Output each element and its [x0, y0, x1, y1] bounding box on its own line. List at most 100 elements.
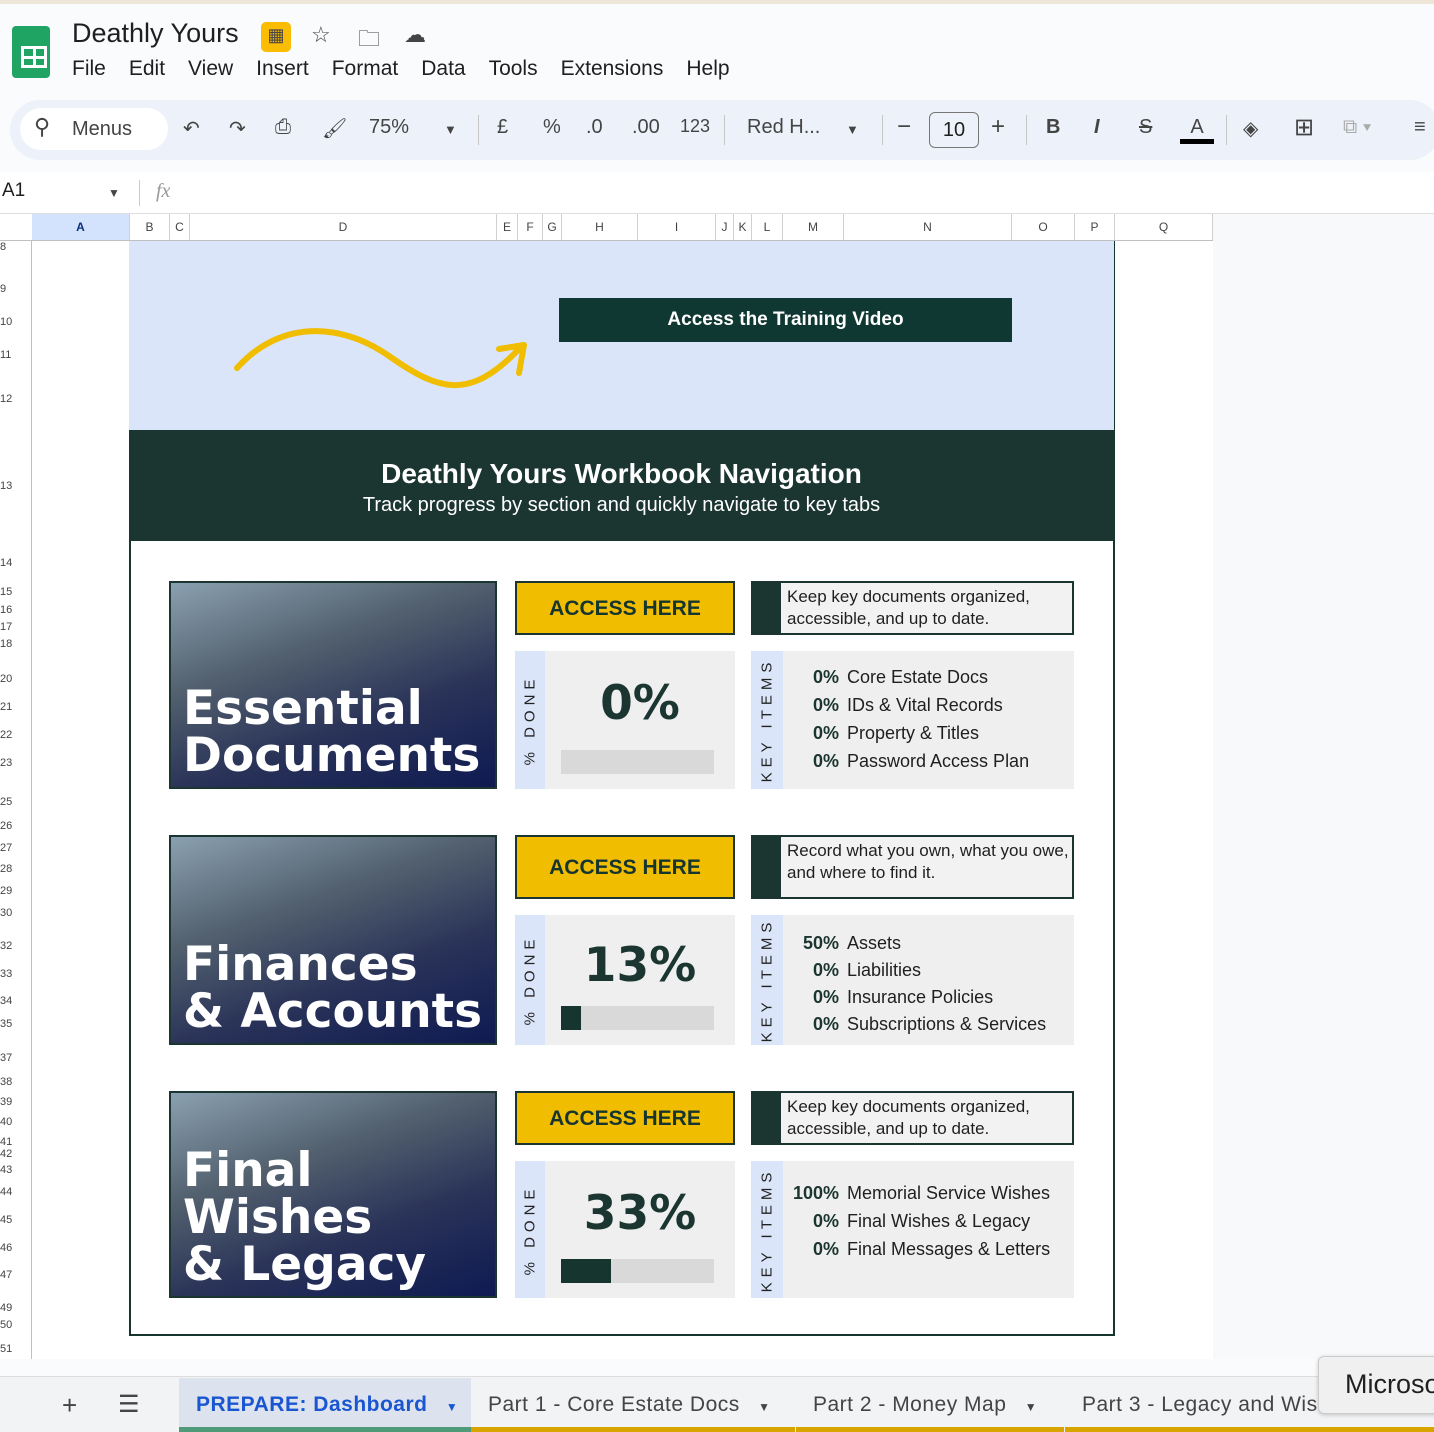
text-color-button[interactable]: A [1180, 116, 1214, 144]
sheets-logo-icon[interactable] [12, 26, 50, 78]
row-header[interactable]: 23 [0, 757, 12, 769]
key-item-row[interactable]: 0% Password Access Plan [783, 751, 1073, 772]
row-header[interactable]: 37 [0, 1052, 12, 1064]
row-header[interactable]: 28 [0, 863, 12, 875]
all-sheets-icon[interactable]: ☰ [118, 1390, 140, 1419]
row-header[interactable]: 11 [0, 349, 11, 361]
row-header[interactable]: 30 [0, 907, 12, 919]
column-header[interactable]: P [1075, 214, 1115, 240]
key-item-row[interactable]: 0% Final Messages & Letters [783, 1239, 1073, 1260]
column-header[interactable]: G [543, 214, 562, 240]
column-header[interactable]: D [190, 214, 497, 240]
tab-dropdown-icon[interactable]: ▼ [1025, 1400, 1037, 1414]
column-header[interactable]: H [562, 214, 638, 240]
menu-help[interactable]: Help [686, 57, 729, 81]
row-header[interactable]: 17 [0, 621, 12, 633]
row-header[interactable]: 8 [0, 241, 6, 253]
row-header[interactable]: 20 [0, 673, 12, 685]
sheet-tab-part2[interactable]: Part 2 - Money Map ▼ [796, 1378, 1064, 1432]
decrease-font-size-icon[interactable]: − [897, 113, 911, 141]
name-box-dropdown-icon[interactable]: ▼ [108, 186, 120, 200]
row-header[interactable]: 21 [0, 701, 12, 713]
row-header[interactable]: 27 [0, 842, 12, 854]
row-header[interactable]: 42 [0, 1148, 12, 1160]
row-header[interactable]: 46 [0, 1242, 12, 1254]
row-header[interactable]: 25 [0, 796, 12, 808]
key-item-row[interactable]: 0% Liabilities [783, 960, 1073, 981]
column-header[interactable]: E [497, 214, 518, 240]
search-menus-input[interactable]: ⚲ Menus [20, 108, 168, 150]
column-header[interactable]: F [518, 214, 543, 240]
column-header[interactable]: Q [1115, 214, 1213, 240]
tab-dropdown-icon[interactable]: ▼ [446, 1400, 458, 1414]
name-box[interactable]: A1 [2, 180, 25, 202]
font-select[interactable]: Red H... [747, 116, 820, 139]
merge-cells-icon[interactable]: ⧉ ▾ [1343, 116, 1371, 139]
column-header[interactable]: A [32, 214, 130, 240]
key-item-row[interactable]: 0% Insurance Policies [783, 987, 1073, 1008]
row-header[interactable]: 26 [0, 820, 12, 832]
sheet-tab-part1[interactable]: Part 1 - Core Estate Docs ▼ [471, 1378, 795, 1432]
access-here-button[interactable]: ACCESS HERE [515, 581, 735, 635]
decrease-decimal-button[interactable]: .0 [586, 116, 603, 139]
row-header[interactable]: 33 [0, 968, 12, 980]
menu-view[interactable]: View [188, 57, 233, 81]
star-icon[interactable]: ☆ [311, 22, 331, 48]
menu-tools[interactable]: Tools [489, 57, 538, 81]
row-header[interactable]: 29 [0, 885, 12, 897]
menu-extensions[interactable]: Extensions [561, 57, 664, 81]
zoom-select[interactable]: 75% [369, 116, 409, 139]
menu-format[interactable]: Format [332, 57, 399, 81]
spreadsheet-badge-icon[interactable]: ▦ [261, 22, 291, 52]
borders-icon[interactable]: ⊞ [1294, 113, 1314, 142]
currency-button[interactable]: £ [497, 116, 508, 139]
menu-edit[interactable]: Edit [129, 57, 165, 81]
row-header[interactable]: 49 [0, 1302, 12, 1314]
row-header[interactable]: 41 [0, 1136, 12, 1148]
zoom-dropdown-icon[interactable]: ▼ [444, 122, 457, 137]
fill-color-icon[interactable]: ◈ [1243, 116, 1258, 141]
column-header[interactable]: M [783, 214, 844, 240]
sheet-tab-dashboard[interactable]: PREPARE: Dashboard ▼ [179, 1378, 471, 1432]
column-header[interactable]: L [752, 214, 783, 240]
row-header[interactable]: 12 [0, 393, 12, 405]
key-item-row[interactable]: 0% Core Estate Docs [783, 667, 1073, 688]
access-here-button[interactable]: ACCESS HERE [515, 835, 735, 899]
italic-button[interactable]: I [1094, 116, 1100, 139]
bold-button[interactable]: B [1046, 116, 1060, 139]
move-folder-icon[interactable]: 🗀 [358, 22, 380, 60]
number-format-button[interactable]: 123 [680, 116, 710, 137]
menu-data[interactable]: Data [421, 57, 465, 81]
key-item-row[interactable]: 0% Final Wishes & Legacy [783, 1211, 1073, 1232]
row-header[interactable]: 9 [0, 283, 6, 295]
row-header[interactable]: 50 [0, 1319, 12, 1331]
row-header[interactable]: 15 [0, 586, 12, 598]
align-icon[interactable]: ≡ [1414, 116, 1426, 139]
undo-icon[interactable]: ↶ [183, 116, 200, 141]
print-icon[interactable]: ⎙ [275, 116, 291, 139]
microsoft-popup[interactable]: Microsoft [1318, 1356, 1434, 1414]
training-video-button[interactable]: Access the Training Video [559, 298, 1012, 342]
row-header[interactable]: 44 [0, 1186, 12, 1198]
row-header[interactable]: 10 [0, 316, 12, 328]
increase-decimal-button[interactable]: .00 [632, 116, 660, 139]
font-dropdown-icon[interactable]: ▼ [846, 122, 859, 137]
column-header[interactable]: N [844, 214, 1012, 240]
row-header[interactable]: 13 [0, 480, 12, 492]
row-header[interactable]: 43 [0, 1164, 12, 1176]
column-header[interactable]: J [716, 214, 734, 240]
key-item-row[interactable]: 0% Property & Titles [783, 723, 1073, 744]
key-item-row[interactable]: 0% Subscriptions & Services [783, 1014, 1073, 1035]
menu-file[interactable]: File [72, 57, 106, 81]
row-header[interactable]: 39 [0, 1096, 12, 1108]
increase-font-size-icon[interactable]: + [991, 113, 1005, 141]
row-header[interactable]: 14 [0, 557, 12, 569]
row-header[interactable]: 35 [0, 1018, 12, 1030]
paint-format-icon[interactable]: 🖌 [322, 116, 347, 141]
row-header[interactable]: 47 [0, 1269, 12, 1281]
redo-icon[interactable]: ↷ [229, 116, 246, 141]
row-header[interactable]: 38 [0, 1076, 12, 1088]
row-header[interactable]: 40 [0, 1116, 12, 1128]
column-header[interactable]: C [170, 214, 190, 240]
row-header[interactable]: 32 [0, 940, 12, 952]
